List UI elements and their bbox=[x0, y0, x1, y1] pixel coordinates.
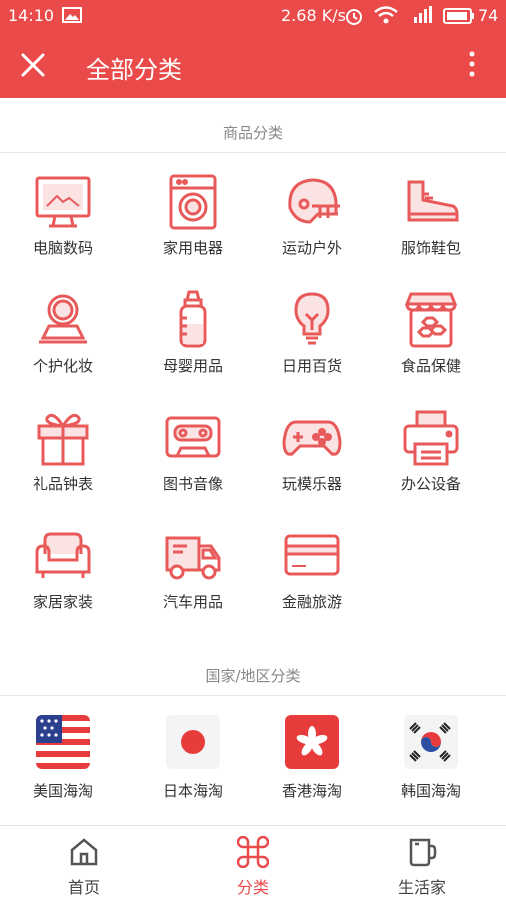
home-icon bbox=[68, 836, 100, 868]
divider bbox=[0, 695, 506, 696]
sofa-icon bbox=[33, 526, 93, 586]
category-item[interactable]: 礼品钟表 bbox=[4, 408, 122, 518]
washing-machine-icon bbox=[163, 172, 223, 232]
nav-life[interactable]: 生活家 bbox=[338, 826, 506, 901]
country-item[interactable]: 韩国海淘 bbox=[372, 715, 490, 825]
alarm-icon bbox=[344, 6, 364, 30]
mug-icon bbox=[406, 836, 438, 868]
category-label: 母婴用品 bbox=[162, 357, 223, 375]
wifi-icon bbox=[373, 5, 399, 29]
category-label: 玩模乐器 bbox=[281, 475, 342, 493]
category-label: 家用电器 bbox=[162, 239, 223, 257]
category-item[interactable]: 电脑数码 bbox=[4, 172, 122, 282]
us-flag-icon bbox=[36, 715, 90, 769]
battery-icon bbox=[443, 8, 475, 28]
category-label: 办公设备 bbox=[400, 475, 461, 493]
country-label: 香港海淘 bbox=[281, 782, 342, 800]
printer-icon bbox=[401, 408, 461, 468]
divider bbox=[0, 152, 506, 153]
more-options-icon[interactable] bbox=[462, 50, 482, 80]
baby-bottle-icon bbox=[163, 290, 223, 350]
bank-card-icon bbox=[282, 526, 342, 586]
truck-icon bbox=[163, 526, 223, 586]
category-item[interactable]: 金融旅游 bbox=[253, 526, 371, 636]
category-label: 日用百货 bbox=[281, 357, 342, 375]
category-item[interactable]: 食品保健 bbox=[372, 290, 490, 400]
status-time: 14:10 bbox=[8, 6, 55, 25]
compact-mirror-icon bbox=[33, 290, 93, 350]
country-label: 美国海淘 bbox=[32, 782, 93, 800]
category-item[interactable]: 玩模乐器 bbox=[253, 408, 371, 518]
app-bar: 全部分类 bbox=[0, 30, 506, 98]
gift-icon bbox=[33, 408, 93, 468]
korea-flag-icon bbox=[404, 715, 458, 769]
category-label: 金融旅游 bbox=[281, 593, 342, 611]
nav-label: 生活家 bbox=[397, 878, 446, 897]
category-label: 图书音像 bbox=[162, 475, 223, 493]
category-label: 电脑数码 bbox=[32, 239, 93, 257]
nav-home[interactable]: 首页 bbox=[0, 826, 168, 901]
close-icon[interactable] bbox=[20, 52, 46, 78]
image-notification-icon bbox=[62, 7, 82, 27]
category-label: 服饰鞋包 bbox=[400, 239, 461, 257]
command-icon bbox=[236, 835, 270, 869]
japan-flag-icon bbox=[166, 715, 220, 769]
category-item[interactable]: 家用电器 bbox=[134, 172, 252, 282]
nav-category[interactable]: 分类 bbox=[169, 826, 337, 901]
battery-level: 74 bbox=[478, 6, 499, 25]
category-item[interactable]: 母婴用品 bbox=[134, 290, 252, 400]
jar-icon bbox=[401, 290, 461, 350]
category-label: 家居家装 bbox=[32, 593, 93, 611]
shoe-icon bbox=[401, 172, 461, 232]
nav-label: 首页 bbox=[67, 878, 100, 897]
country-item[interactable]: 日本海淘 bbox=[134, 715, 252, 825]
category-item[interactable]: 办公设备 bbox=[372, 408, 490, 518]
category-label: 运动户外 bbox=[281, 239, 342, 257]
category-item[interactable]: 服饰鞋包 bbox=[372, 172, 490, 282]
gamepad-icon bbox=[282, 408, 342, 468]
hong-kong-flag-icon bbox=[285, 715, 339, 769]
page-title: 全部分类 bbox=[86, 56, 182, 84]
category-item[interactable]: 图书音像 bbox=[134, 408, 252, 518]
goods-section-title: 商品分类 bbox=[222, 124, 283, 142]
bottom-navigation: 首页 分类 生活家 bbox=[0, 825, 506, 901]
status-bar: 14:10 2.68 K/s 74 bbox=[0, 0, 506, 30]
category-item[interactable]: 家居家装 bbox=[4, 526, 122, 636]
country-section-title: 国家/地区分类 bbox=[205, 667, 301, 685]
light-bulb-icon bbox=[282, 290, 342, 350]
network-speed: 2.68 K/s bbox=[281, 6, 346, 25]
category-item[interactable]: 日用百货 bbox=[253, 290, 371, 400]
country-label: 韩国海淘 bbox=[400, 782, 461, 800]
computer-icon bbox=[33, 172, 93, 232]
category-label: 食品保健 bbox=[400, 357, 461, 375]
signal-icon bbox=[410, 5, 436, 29]
goods-category-section: 商品分类 电脑数码 家用电器 运动户外 服饰鞋包 个护化妆 母婴用品 日用百货 … bbox=[0, 98, 506, 653]
category-item[interactable]: 个护化妆 bbox=[4, 290, 122, 400]
category-label: 礼品钟表 bbox=[32, 475, 93, 493]
category-item[interactable]: 汽车用品 bbox=[134, 526, 252, 636]
category-label: 汽车用品 bbox=[162, 593, 223, 611]
category-item[interactable]: 运动户外 bbox=[253, 172, 371, 282]
category-label: 个护化妆 bbox=[32, 357, 93, 375]
helmet-icon bbox=[282, 172, 342, 232]
country-item[interactable]: 美国海淘 bbox=[4, 715, 122, 825]
country-label: 日本海淘 bbox=[162, 782, 223, 800]
country-category-section: 国家/地区分类 美国海淘 日本海淘 香港海淘 韩国海淘 bbox=[0, 653, 506, 825]
cassette-icon bbox=[163, 408, 223, 468]
country-item[interactable]: 香港海淘 bbox=[253, 715, 371, 825]
nav-label: 分类 bbox=[236, 878, 269, 897]
